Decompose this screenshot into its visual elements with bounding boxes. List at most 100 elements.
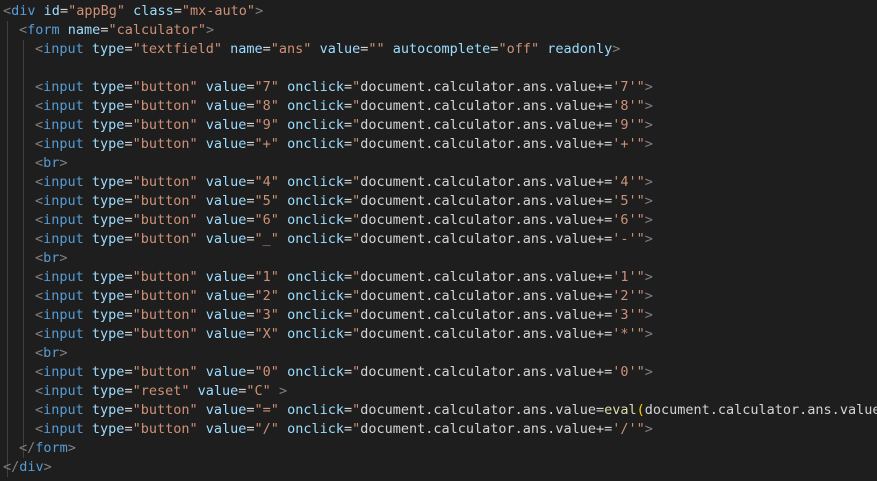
- js-expression-token: document.calculator.ans.value+=: [360, 421, 613, 437]
- tag-name-token: div: [11, 3, 36, 19]
- code-line[interactable]: <input type="button" value="9" onclick="…: [35, 116, 653, 135]
- bracket-token: <: [35, 231, 44, 247]
- bracket-token: <: [3, 3, 12, 19]
- bracket-token: <: [35, 41, 44, 57]
- code-line[interactable]: <input type="button" value="X" onclick="…: [35, 325, 653, 344]
- attribute-token: value: [205, 364, 247, 380]
- equals-token: =: [124, 307, 133, 323]
- equals-token: =: [124, 288, 133, 304]
- code-line[interactable]: <input type="textfield" name="ans" value…: [35, 40, 620, 59]
- string-token: '*'": [612, 326, 645, 342]
- string-token: '2'": [612, 288, 645, 304]
- paren-token: (: [636, 402, 645, 418]
- string-token: '4'": [612, 174, 645, 190]
- attribute-token: value: [205, 269, 247, 285]
- code-line[interactable]: <input type="button" value="5" onclick="…: [35, 192, 653, 211]
- attribute-token: value: [205, 307, 247, 323]
- attribute-token: onclick: [287, 421, 344, 437]
- attribute-token: value: [205, 231, 247, 247]
- equals-token: =: [246, 117, 255, 133]
- string-token: "button": [132, 98, 198, 114]
- attribute-token: value: [205, 79, 247, 95]
- attribute-token: value: [205, 193, 247, 209]
- attribute-token: type: [91, 402, 125, 418]
- code-line[interactable]: <input type="button" value="_" onclick="…: [35, 230, 653, 249]
- bracket-token: >: [644, 79, 653, 95]
- equals-token: =: [343, 307, 353, 323]
- code-line[interactable]: <input type="button" value="6" onclick="…: [35, 211, 653, 230]
- attribute-token: onclick: [287, 364, 344, 380]
- string-token: '9'": [612, 117, 645, 133]
- code-line[interactable]: <input type="button" value="7" onclick="…: [35, 78, 653, 97]
- code-line[interactable]: <input type="button" value="/" onclick="…: [35, 420, 653, 439]
- tag-name-token: input: [43, 383, 84, 399]
- equals-token: =: [124, 383, 133, 399]
- code-line[interactable]: <form name="calculator">: [19, 21, 214, 40]
- code-line[interactable]: </form>: [19, 439, 76, 458]
- tag-name-token: form: [27, 22, 60, 38]
- tag-name-token: input: [43, 307, 84, 323]
- equals-token: =: [246, 269, 255, 285]
- js-expression-token: document.calculator.ans.value+=: [360, 326, 613, 342]
- function-token: eval: [604, 402, 637, 418]
- tag-name-token: br: [43, 250, 60, 266]
- tag-name-token: form: [35, 440, 68, 456]
- equals-token: =: [124, 402, 133, 418]
- tag-name-token: input: [43, 193, 84, 209]
- code-line[interactable]: <div id="appBg" class="mx-auto">: [3, 2, 263, 21]
- code-line[interactable]: </div>: [3, 458, 52, 477]
- equals-token: =: [343, 269, 353, 285]
- code-editor[interactable]: <div id="appBg" class="mx-auto"> <form na…: [0, 0, 877, 481]
- attribute-token: onclick: [287, 79, 344, 95]
- equals-token: =: [246, 212, 255, 228]
- tag-name-token: input: [43, 421, 84, 437]
- equals-token: =: [343, 421, 353, 437]
- bracket-token: >: [43, 459, 52, 475]
- attribute-token: value: [205, 402, 247, 418]
- string-token: "textfield": [132, 41, 222, 57]
- code-line[interactable]: <input type="button" value="2" onclick="…: [35, 287, 653, 306]
- equals-token: =: [262, 41, 271, 57]
- code-line[interactable]: <input type="button" value="=" onclick="…: [35, 401, 877, 420]
- code-line[interactable]: <br>: [35, 344, 68, 363]
- attribute-token: type: [91, 364, 125, 380]
- code-line[interactable]: <br>: [35, 154, 68, 173]
- code-line[interactable]: <input type="button" value="3" onclick="…: [35, 306, 653, 325]
- bracket-token: >: [644, 117, 653, 133]
- indent-guide: [7, 21, 8, 477]
- code-line[interactable]: <input type="button" value="0" onclick="…: [35, 363, 653, 382]
- string-token: '5'": [612, 193, 645, 209]
- code-line[interactable]: <input type="button" value="1" onclick="…: [35, 268, 653, 287]
- string-token: "reset": [132, 383, 190, 399]
- string-token: "button": [132, 212, 198, 228]
- code-line[interactable]: <br>: [35, 249, 68, 268]
- attribute-token: autocomplete: [392, 41, 491, 57]
- bracket-token: <: [35, 174, 44, 190]
- js-expression-token: document.calculator.ans.value+=: [360, 98, 613, 114]
- attribute-token: value: [205, 288, 247, 304]
- js-expression-token: document.calculator.ans.value+=: [360, 117, 613, 133]
- code-line[interactable]: <input type="button" value="+" onclick="…: [35, 135, 653, 154]
- code-line[interactable]: <input type="reset" value="C" >: [35, 382, 287, 401]
- attribute-token: value: [205, 421, 247, 437]
- attribute-token: type: [91, 383, 125, 399]
- tag-name-token: div: [19, 459, 44, 475]
- equals-token: =: [246, 174, 255, 190]
- string-token: '7'": [612, 79, 645, 95]
- code-line[interactable]: <input type="button" value="8" onclick="…: [35, 97, 653, 116]
- code-line[interactable]: <input type="button" value="4" onclick="…: [35, 173, 653, 192]
- attribute-token: onclick: [287, 307, 344, 323]
- string-token: "button": [132, 231, 198, 247]
- bracket-token: <: [35, 383, 44, 399]
